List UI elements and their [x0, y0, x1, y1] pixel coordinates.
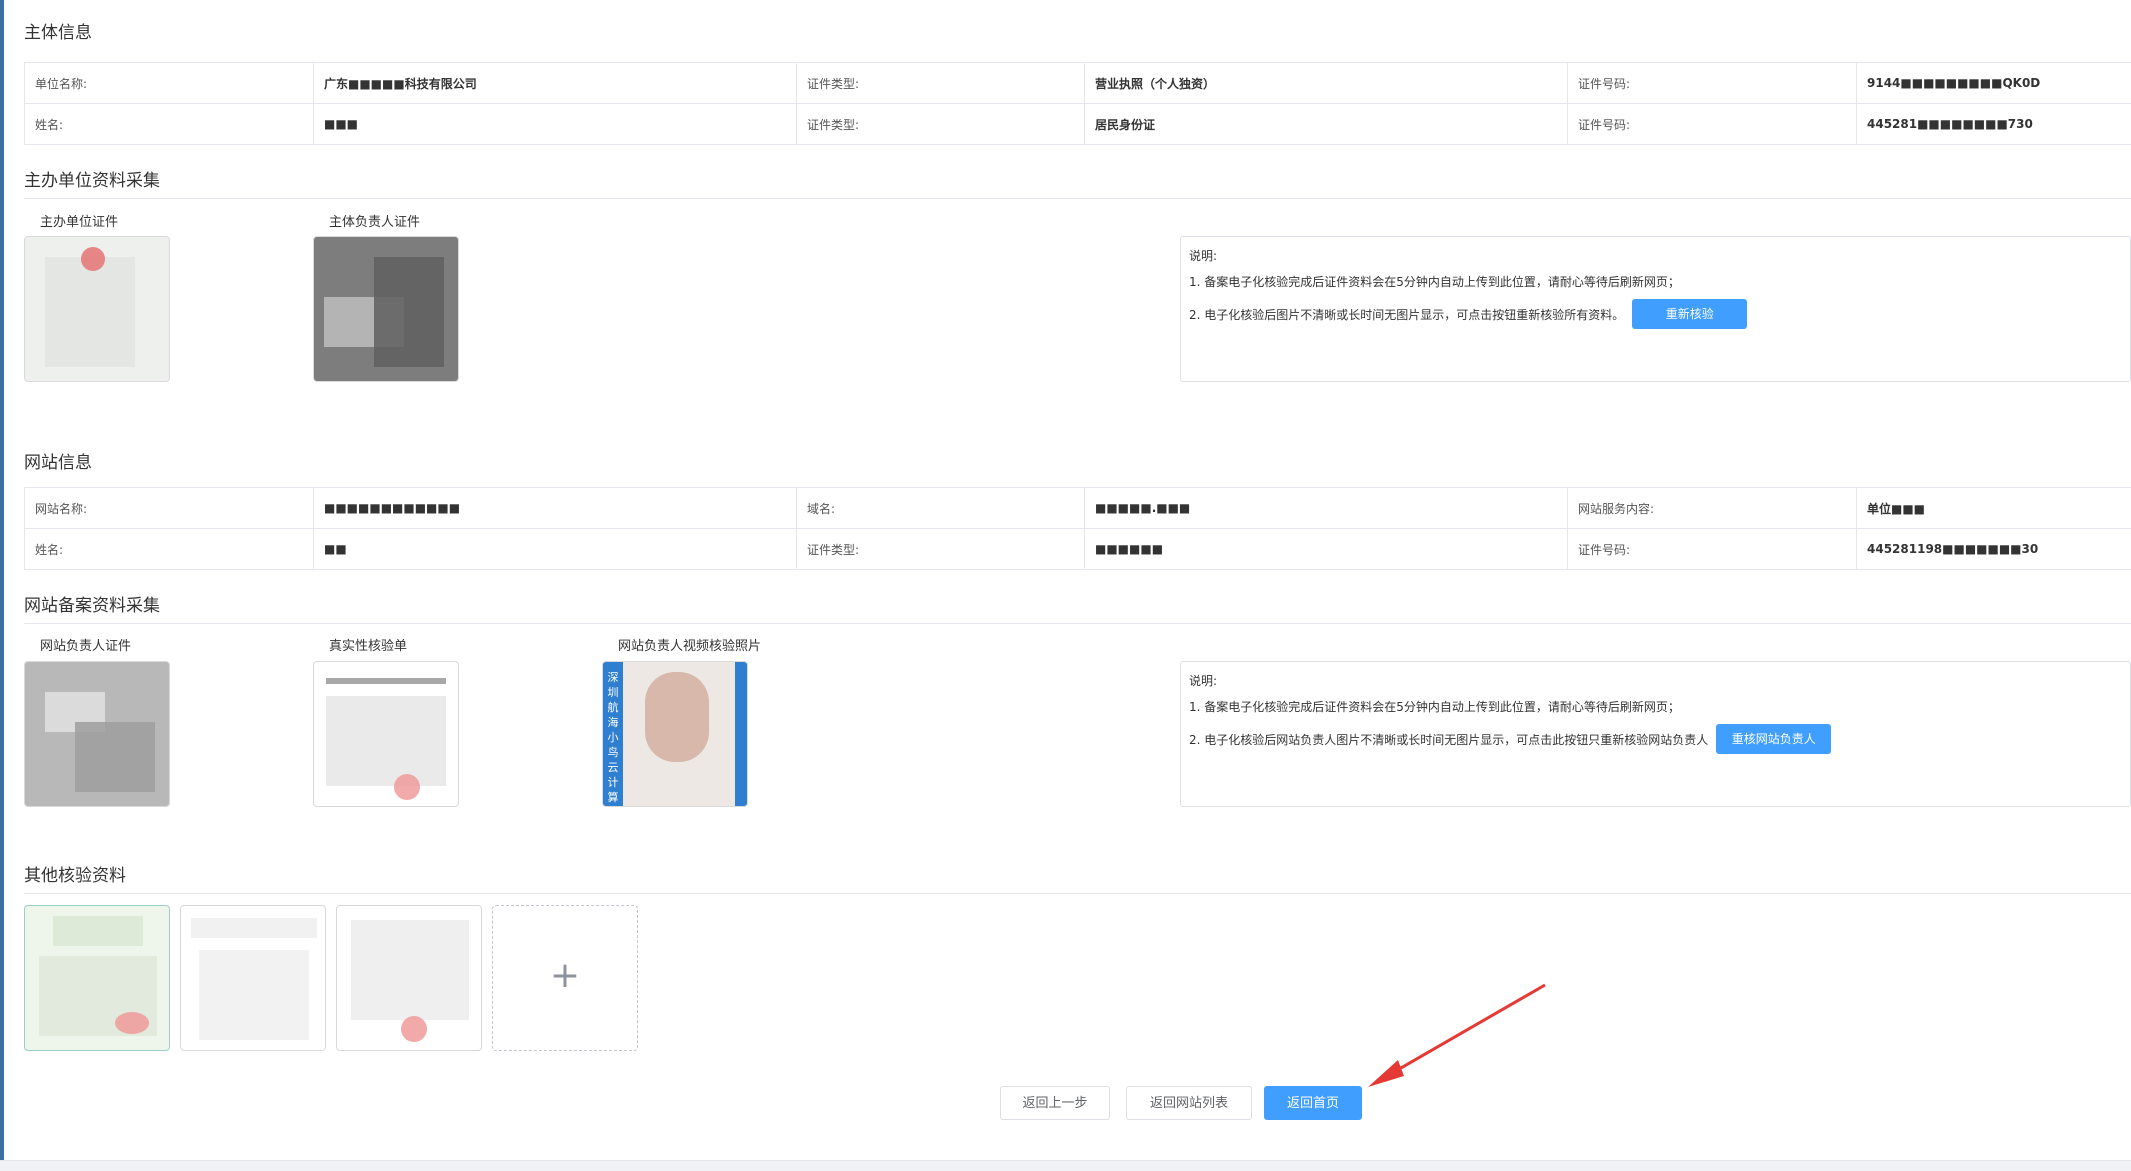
divider — [24, 198, 2131, 199]
host-license-thumbnail[interactable] — [24, 236, 170, 382]
seal-shape — [394, 774, 420, 800]
cell-value: 居民身份证 — [1085, 104, 1568, 145]
note-line-1: 1. 备案电子化核验完成后证件资料会在5分钟内自动上传到此位置，请耐心等待后刷新… — [1189, 273, 2122, 291]
image-placeholder — [351, 920, 469, 1020]
note-line-2: 2. 电子化核验后图片不清晰或长时间无图片显示，可点击按钮重新核验所有资料。 — [1189, 306, 1624, 323]
section-title-site: 网站信息 — [24, 448, 92, 473]
cell-value: ■■■■■■■■■■■■ — [314, 488, 797, 529]
cell-value: ■■ — [314, 529, 797, 570]
authenticity-form-thumbnail[interactable] — [313, 661, 459, 807]
cell-value: 445281198■■■■■■■30 — [1857, 529, 2131, 570]
section-title-other: 其他核验资料 — [24, 861, 126, 886]
cell-label: 姓名: — [25, 529, 314, 570]
seal-shape — [401, 1016, 427, 1042]
section-title-subject: 主体信息 — [24, 18, 92, 43]
thumb-label-host-license: 主办单位证件 — [40, 211, 118, 230]
thumb-label-authenticity-form: 真实性核验单 — [329, 635, 407, 654]
note-title: 说明: — [1189, 247, 2122, 265]
subject-info-table: 单位名称: 广东■■■■■科技有限公司 证件类型: 营业执照（个人独资） 证件号… — [24, 62, 2131, 145]
section-title-site-collect: 网站备案资料采集 — [24, 591, 160, 616]
thumb-label-host-owner-id: 主体负责人证件 — [329, 211, 420, 230]
cell-value: ■■■■■.■■■ — [1085, 488, 1568, 529]
image-placeholder — [326, 696, 446, 786]
image-placeholder — [53, 916, 143, 946]
cell-label: 证件号码: — [1568, 104, 1857, 145]
cell-value: ■■■ — [314, 104, 797, 145]
image-placeholder — [75, 722, 155, 792]
cell-label: 证件类型: — [797, 63, 1085, 104]
cell-value: 广东■■■■■科技有限公司 — [314, 63, 797, 104]
table-row: 单位名称: 广东■■■■■科技有限公司 证件类型: 营业执照（个人独资） 证件号… — [25, 63, 2131, 104]
cell-value: 445281■■■■■■■■730 — [1857, 104, 2131, 145]
table-row: 网站名称: ■■■■■■■■■■■■ 域名: ■■■■■.■■■ 网站服务内容:… — [25, 488, 2131, 529]
image-placeholder — [326, 678, 446, 684]
host-owner-id-thumbnail[interactable] — [313, 236, 459, 382]
table-row: 姓名: ■■ 证件类型: ■■■■■■ 证件号码: 445281198■■■■■… — [25, 529, 2131, 570]
host-note-box: 说明: 1. 备案电子化核验完成后证件资料会在5分钟内自动上传到此位置，请耐心等… — [1180, 236, 2131, 382]
cell-label: 姓名: — [25, 104, 314, 145]
note-line-2: 2. 电子化核验后网站负责人图片不清晰或长时间无图片显示，可点击此按钮只重新核验… — [1189, 731, 1708, 748]
section-title-host-collect: 主办单位资料采集 — [24, 166, 160, 191]
cell-value: 单位■■■ — [1857, 488, 2131, 529]
photo-side-text: 深圳航海小鸟云计算有限公司 — [606, 670, 620, 807]
divider — [24, 893, 2131, 894]
image-placeholder — [374, 257, 444, 367]
divider — [24, 623, 2131, 624]
cell-label: 域名: — [797, 488, 1085, 529]
cell-label: 单位名称: — [25, 63, 314, 104]
cell-value: 9144■■■■■■■■■QK0D — [1857, 63, 2131, 104]
seal-shape — [115, 1012, 149, 1034]
cell-label: 网站名称: — [25, 488, 314, 529]
other-doc-thumbnail-2[interactable] — [180, 905, 326, 1051]
image-placeholder — [191, 918, 317, 938]
video-verify-photo-thumbnail[interactable]: 深圳航海小鸟云计算有限公司 — [602, 661, 748, 807]
note-line-1: 1. 备案电子化核验完成后证件资料会在5分钟内自动上传到此位置，请耐心等待后刷新… — [1189, 698, 2122, 716]
upload-add-button[interactable]: + — [492, 905, 638, 1051]
cell-label: 证件类型: — [797, 104, 1085, 145]
site-owner-id-thumbnail[interactable] — [24, 661, 170, 807]
table-row: 姓名: ■■■ 证件类型: 居民身份证 证件号码: 445281■■■■■■■■… — [25, 104, 2131, 145]
thumb-label-site-owner-id: 网站负责人证件 — [40, 635, 131, 654]
annotation-arrow-icon — [1360, 980, 1550, 1090]
site-note-box: 说明: 1. 备案电子化核验完成后证件资料会在5分钟内自动上传到此位置，请耐心等… — [1180, 661, 2131, 807]
image-placeholder — [199, 950, 309, 1040]
face-blur — [645, 672, 709, 762]
back-step-button[interactable]: 返回上一步 — [1000, 1086, 1110, 1120]
other-doc-thumbnail-3[interactable] — [336, 905, 482, 1051]
left-rail — [0, 0, 4, 1170]
footer-bar — [0, 1160, 2131, 1171]
cell-label: 网站服务内容: — [1568, 488, 1857, 529]
cell-value: ■■■■■■ — [1085, 529, 1568, 570]
other-doc-thumbnail-1[interactable] — [24, 905, 170, 1051]
note-title: 说明: — [1189, 672, 2122, 690]
site-info-table: 网站名称: ■■■■■■■■■■■■ 域名: ■■■■■.■■■ 网站服务内容:… — [24, 487, 2131, 570]
cell-label: 证件号码: — [1568, 529, 1857, 570]
back-home-button[interactable]: 返回首页 — [1264, 1086, 1362, 1120]
image-placeholder — [45, 257, 135, 367]
reverify-button[interactable]: 重新核验 — [1632, 299, 1747, 329]
seal-shape — [81, 247, 105, 271]
cell-label: 证件类型: — [797, 529, 1085, 570]
reverify-site-owner-button[interactable]: 重核网站负责人 — [1716, 724, 1831, 754]
back-list-button[interactable]: 返回网站列表 — [1126, 1086, 1252, 1120]
cell-value: 营业执照（个人独资） — [1085, 63, 1568, 104]
cell-label: 证件号码: — [1568, 63, 1857, 104]
thumb-label-video-photo: 网站负责人视频核验照片 — [618, 635, 761, 654]
